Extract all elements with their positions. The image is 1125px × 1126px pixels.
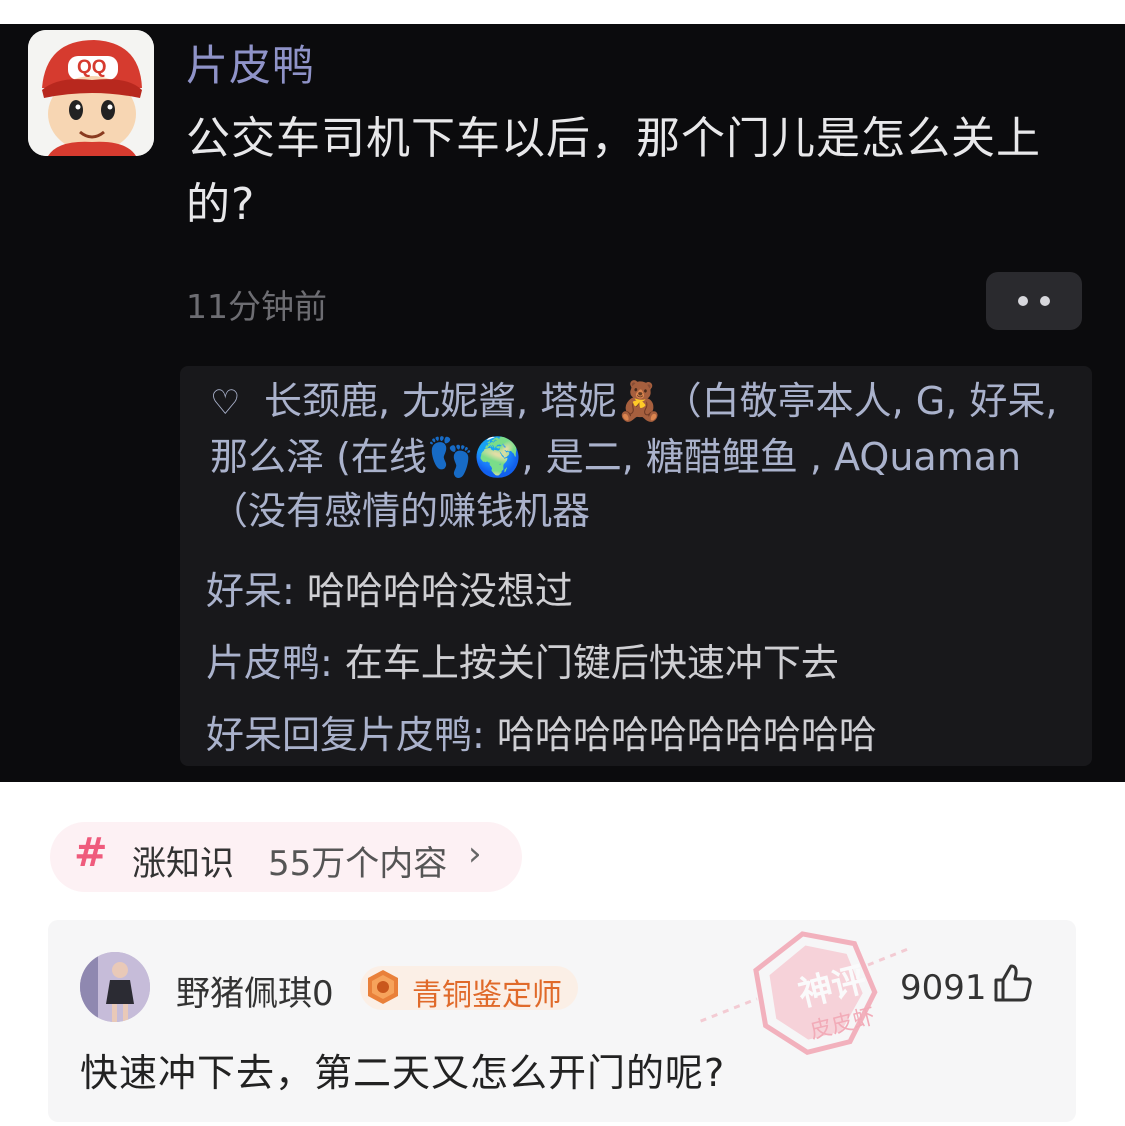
inner-comment[interactable]: 好呆: 哈哈哈哈没想过: [206, 560, 573, 615]
bronze-medal-icon: [368, 970, 398, 1004]
likes-names: 长颈鹿, 尢妮酱, 塔妮🧸（白敬亭本人, G, 好呆, 那么泽 (在线👣🌍, 是…: [210, 379, 1058, 533]
commenter-avatar[interactable]: [80, 952, 150, 1022]
topic-content-count: 55万个内容: [268, 844, 448, 884]
thumb-up-icon[interactable]: [992, 962, 1034, 1004]
like-count: 9091: [900, 968, 987, 1008]
inner-comment-text: 在车上按关门键后快速冲下去: [344, 641, 839, 685]
more-options-button[interactable]: [986, 272, 1082, 330]
inner-comment-sep: :: [320, 641, 345, 685]
post-author-name[interactable]: 片皮鸭: [186, 32, 315, 93]
badge-label: 青铜鉴定师: [412, 978, 562, 1013]
inner-comment-user[interactable]: 好呆回复片皮鸭: [206, 713, 472, 757]
post-timestamp: 11分钟前: [186, 287, 327, 326]
top-comment-card: 野猪佩琪0 青铜鉴定师 神评 皮皮虾 9091 快速冲下去，第二天又怎么开门的呢…: [48, 920, 1076, 1122]
post-content: 公交车司机下车以后，那个门儿是怎么关上的?: [186, 113, 1041, 230]
inner-comment-user[interactable]: 好呆: [206, 569, 282, 613]
inner-comment-text: 哈哈哈哈没想过: [306, 569, 573, 613]
inner-comment[interactable]: 好呆回复片皮鸭: 哈哈哈哈哈哈哈哈哈哈: [206, 704, 877, 759]
commenter-name[interactable]: 野猪佩琪0: [176, 966, 334, 1015]
person-photo-icon: [80, 952, 150, 1022]
author-avatar[interactable]: QQ: [28, 30, 154, 156]
topic-tag[interactable]: # 涨知识 55万个内容 ›: [50, 822, 522, 892]
inner-comment-user[interactable]: 片皮鸭: [206, 641, 320, 685]
more-dots-icon: [1018, 296, 1028, 306]
chevron-right-icon: ›: [468, 834, 482, 874]
avatar-badge-text: QQ: [77, 57, 107, 78]
inner-comment-sep: :: [472, 713, 497, 757]
qq-cartoon-avatar-icon: [28, 30, 154, 156]
inner-comment-text: 哈哈哈哈哈哈哈哈哈哈: [496, 713, 877, 757]
comment-text: 快速冲下去，第二天又怎么开门的呢?: [80, 1051, 726, 1095]
hot-comment-stamp-icon: 神评 皮皮虾: [700, 931, 910, 1055]
inner-comment-sep: :: [282, 569, 307, 613]
likes-and-comments-box: ♡ 长颈鹿, 尢妮酱, 塔妮🧸（白敬亭本人, G, 好呆, 那么泽 (在线👣🌍, …: [180, 366, 1092, 766]
likes-list: ♡ 长颈鹿, 尢妮酱, 塔妮🧸（白敬亭本人, G, 好呆, 那么泽 (在线👣🌍, …: [210, 374, 1070, 538]
heart-icon[interactable]: ♡: [210, 376, 246, 430]
more-dots-icon-second: [1040, 296, 1050, 306]
user-level-badge[interactable]: 青铜鉴定师: [360, 966, 578, 1013]
post-screenshot: QQ 片皮鸭 公交车司机下车以后，那个门儿是怎么关上的? 11分钟前 ♡ 长颈鹿,…: [0, 24, 1125, 782]
topic-name: 涨知识: [132, 844, 234, 884]
hashtag-icon: #: [74, 830, 108, 876]
inner-comment[interactable]: 片皮鸭: 在车上按关门键后快速冲下去: [206, 632, 839, 687]
